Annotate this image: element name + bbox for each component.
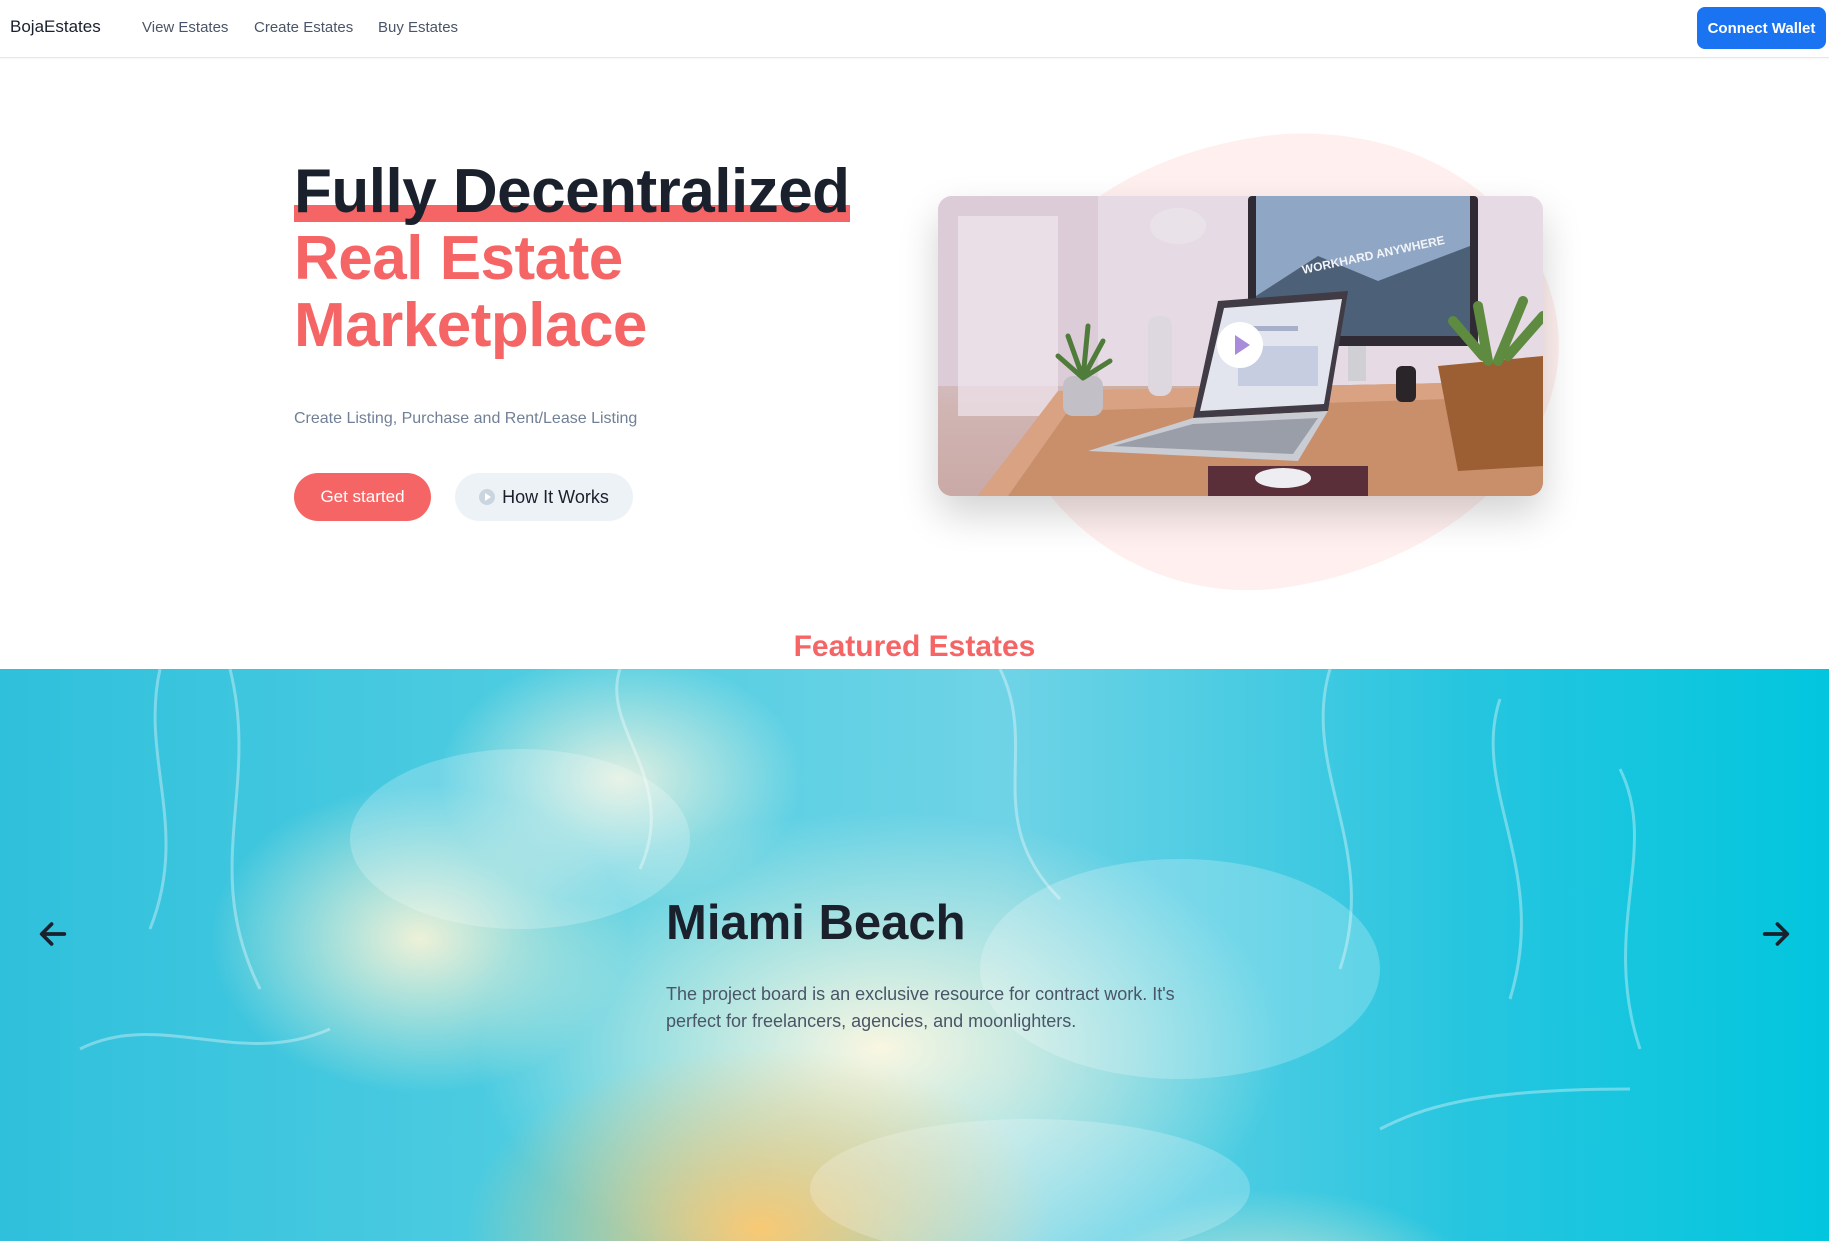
nav-buy-estates[interactable]: Buy Estates (378, 19, 458, 36)
estate-description: The project board is an exclusive resour… (666, 984, 1175, 1031)
nav-create-estates[interactable]: Create Estates (254, 19, 353, 36)
hero-title-line3: Marketplace (294, 291, 647, 360)
arrow-right-icon[interactable] (1759, 917, 1793, 951)
hero-title-line2: Real Estate (294, 224, 623, 293)
featured-estates-title: Featured Estates (793, 630, 1036, 663)
brand-logo[interactable]: BojaEstates (10, 17, 101, 37)
arrow-left-icon[interactable] (36, 917, 70, 951)
estate-name: Miami Beach (666, 896, 966, 950)
hero-title-line1: Fully Decentralized (294, 157, 850, 226)
how-it-works-label: How It Works (502, 486, 609, 507)
nav-view-estates[interactable]: View Estates (142, 19, 228, 36)
connect-wallet-button[interactable]: Connect Wallet (1697, 7, 1826, 49)
get-started-button[interactable]: Get started (294, 473, 431, 521)
featured-estates-carousel: Miami Beach The project board is an excl… (0, 669, 1829, 1241)
play-icon (479, 489, 496, 505)
play-video-button[interactable] (1217, 322, 1263, 368)
how-it-works-button[interactable]: How It Works (455, 473, 633, 521)
hero-title: Fully Decentralized Real Estate Marketpl… (294, 158, 854, 359)
hero-subtitle: Create Listing, Purchase and Rent/Lease … (294, 410, 638, 427)
navbar: BojaEstates View Estates Create Estates … (0, 0, 1829, 58)
smoke-background (79, 669, 1642, 1241)
